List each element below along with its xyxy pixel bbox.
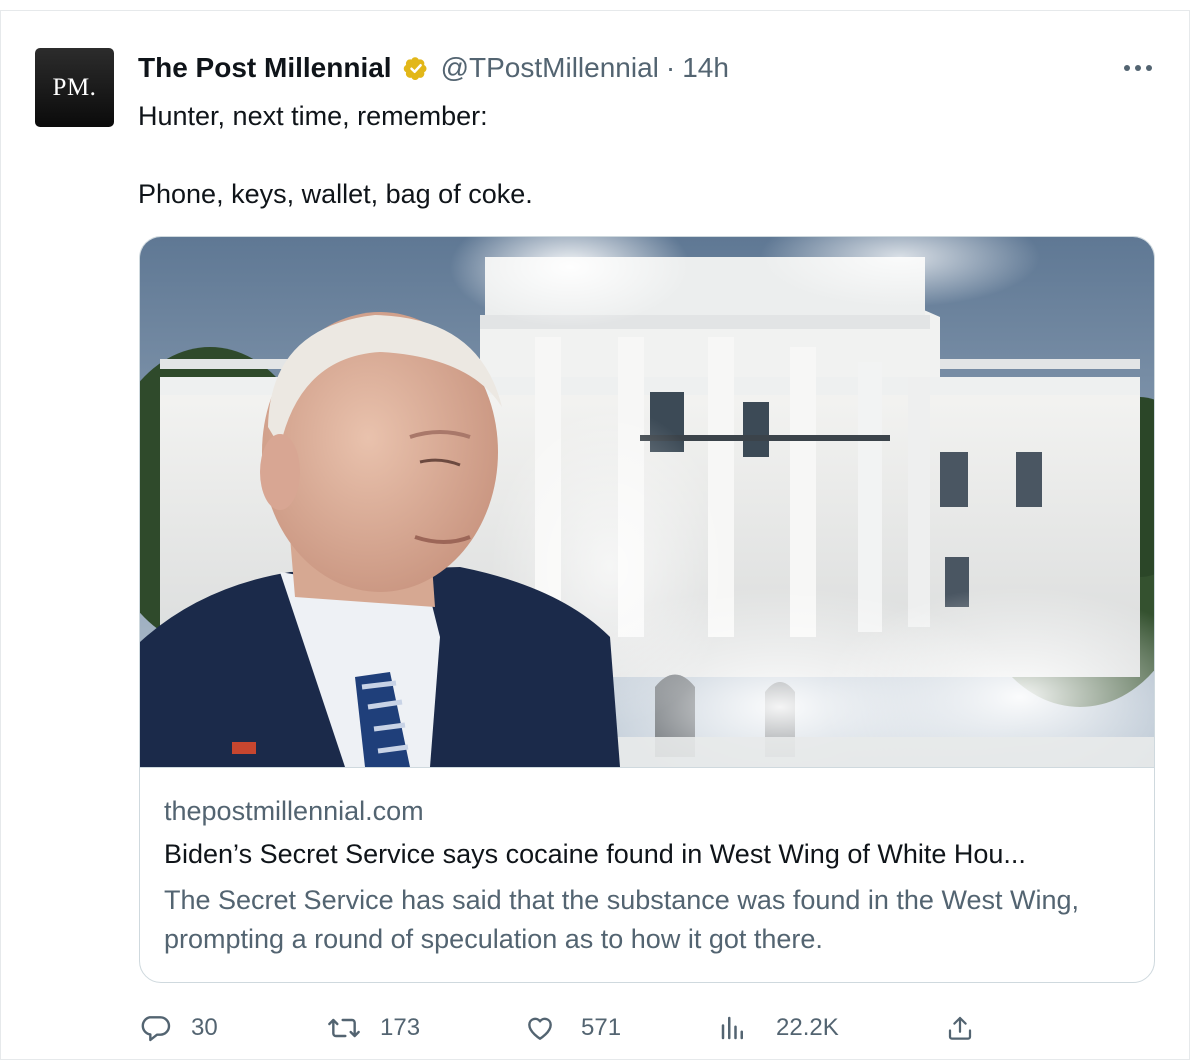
reply-button[interactable]: 30 — [139, 1006, 218, 1050]
verified-badge-icon[interactable] — [401, 53, 431, 83]
card-domain[interactable]: thepostmillennial.com — [164, 796, 424, 827]
views-count: 22.2K — [776, 1014, 839, 1041]
views-icon — [718, 1013, 748, 1043]
card-image[interactable] — [140, 237, 1154, 767]
like-count: 571 — [581, 1014, 622, 1041]
tweet-header: The Post Millennial @TPostMillennial · 1… — [138, 48, 729, 88]
avatar[interactable]: PM. — [35, 48, 114, 127]
tweet-text-line: Hunter, next time, remember: — [138, 101, 488, 131]
more-icon[interactable] — [1121, 51, 1155, 85]
card-description: The Secret Service has said that the sub… — [164, 885, 1079, 954]
like-icon — [523, 1012, 557, 1044]
views-button[interactable]: 22.2K — [718, 1006, 839, 1050]
timestamp[interactable]: 14h — [682, 52, 729, 84]
tweet-text-line: Phone, keys, wallet, bag of coke. — [138, 179, 533, 209]
user-handle[interactable]: @TPostMillennial — [441, 52, 659, 84]
reply-icon — [139, 1012, 171, 1044]
repost-icon — [326, 1012, 362, 1044]
share-icon — [945, 1012, 975, 1044]
tweet-card[interactable]: PM. The Post Millennial @TPostMillennial… — [0, 10, 1190, 1060]
share-button[interactable] — [945, 1006, 975, 1050]
card-body[interactable]: thepostmillennial.com Biden’s Secret Ser… — [140, 767, 1154, 982]
display-name[interactable]: The Post Millennial — [138, 52, 392, 84]
repost-button[interactable]: 173 — [326, 1006, 420, 1050]
repost-count: 173 — [380, 1014, 421, 1041]
like-button[interactable]: 571 — [523, 1006, 621, 1050]
tweet-text: Hunter, next time, remember: Phone, keys… — [138, 97, 1158, 214]
card-title[interactable]: Biden’s Secret Service says cocaine foun… — [164, 839, 1134, 870]
action-bar: 30 173 571 22.2K — [1, 1006, 1189, 1050]
link-preview-card[interactable]: thepostmillennial.com Biden’s Secret Ser… — [139, 236, 1155, 983]
separator-dot: · — [665, 52, 676, 83]
avatar-text: PM. — [52, 73, 97, 101]
reply-count: 30 — [191, 1014, 218, 1041]
